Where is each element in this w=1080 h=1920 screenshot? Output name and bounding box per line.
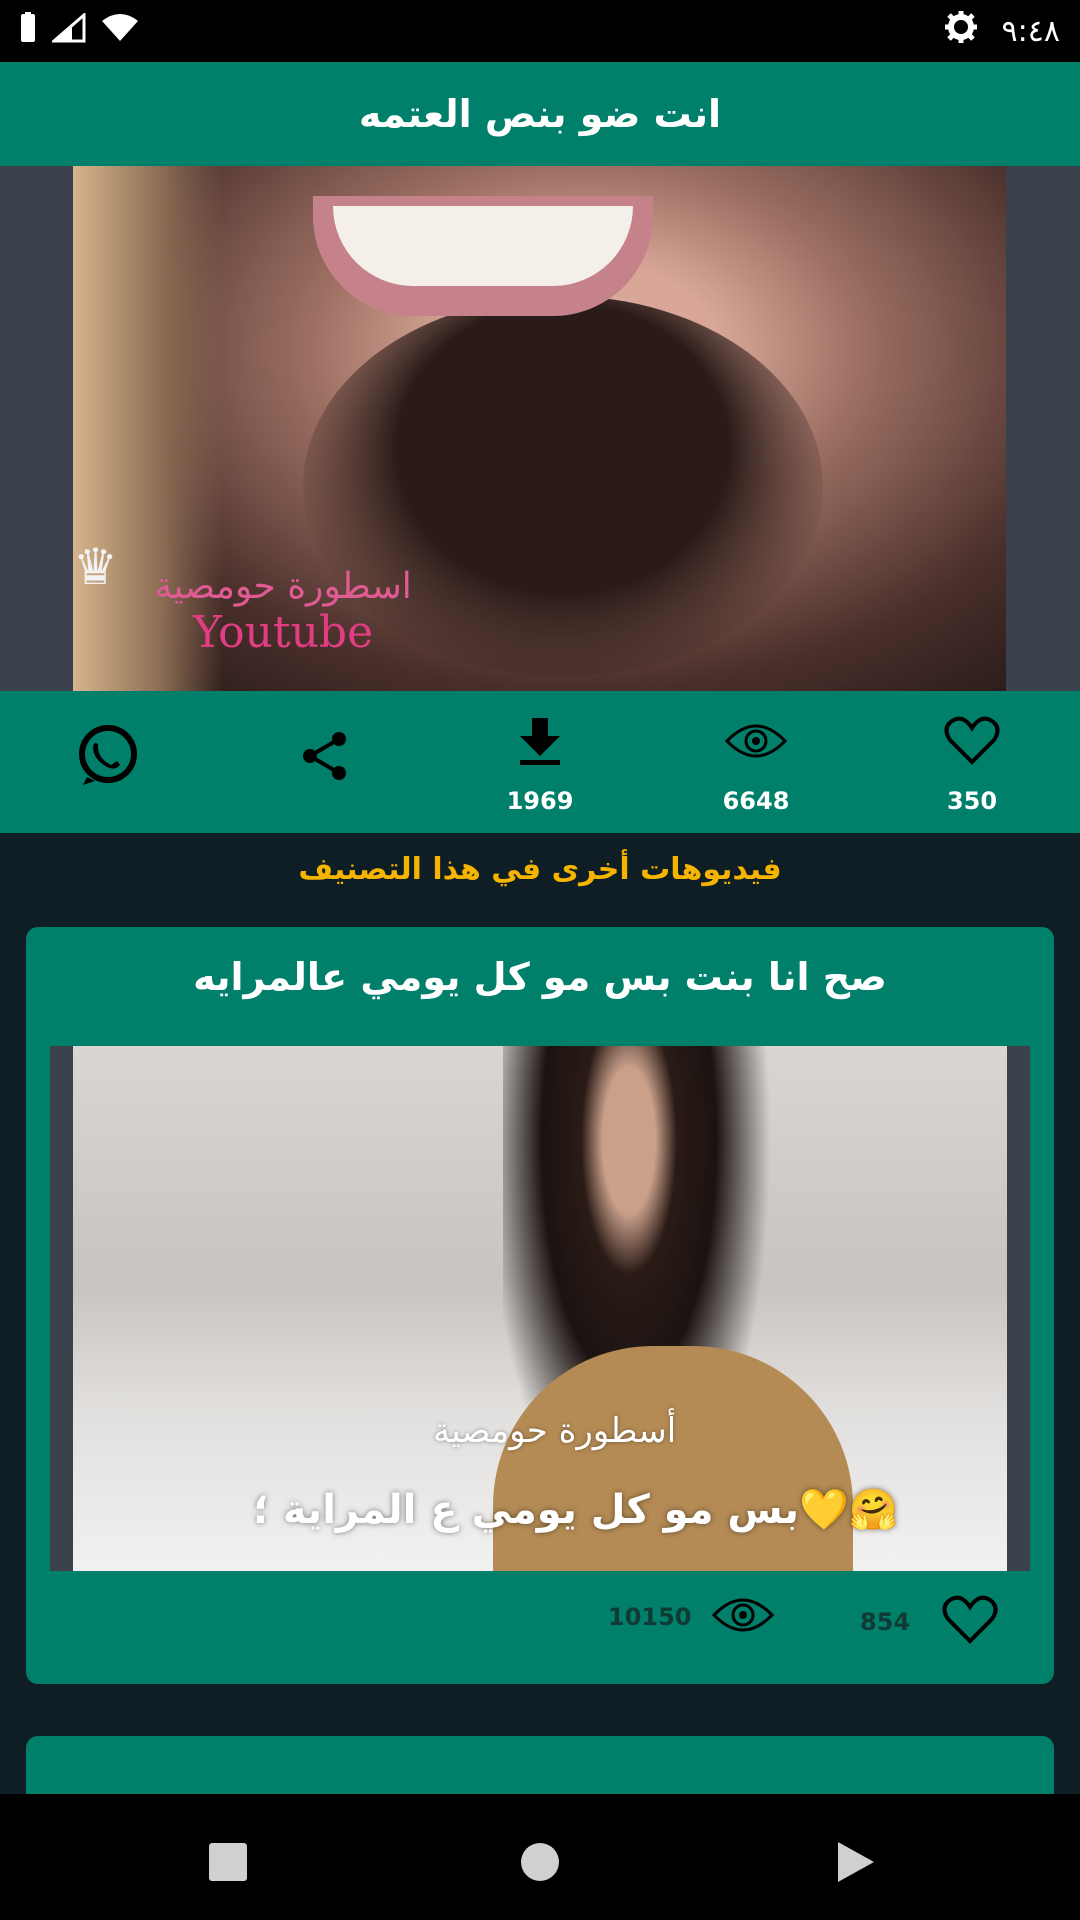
likes-count: 854 [860, 1608, 911, 1636]
views-count: 10150 [608, 1603, 692, 1631]
video-watermark: أسطورة حومصية [433, 1411, 677, 1451]
app-bar: انت ضو بنص العتمه [0, 62, 1080, 166]
video-card-title[interactable]: صح انا بنت بس مو كل يومي عالمرايه [26, 955, 1054, 999]
like-button[interactable]: 854 [860, 1595, 998, 1649]
share-button[interactable] [255, 711, 395, 801]
back-button[interactable] [826, 1832, 886, 1892]
views-indicator: 10150 [608, 1595, 774, 1639]
share-icon [255, 711, 395, 801]
thumbnail-smile [333, 206, 633, 286]
download-icon [470, 711, 610, 771]
video-thumbnail[interactable]: ♛ اسطورة حومصية Youtube [73, 166, 1006, 691]
eye-icon [686, 711, 826, 771]
crown-icon: ♛ [73, 538, 118, 596]
thumbnail-image: أسطورة حومصية بس مو كل يومي ع المراية ؛💛… [73, 1046, 1007, 1571]
watermark-brand: Youtube [192, 607, 374, 658]
whatsapp-share-button[interactable] [38, 711, 178, 801]
page-title: انت ضو بنص العتمه [358, 92, 722, 136]
heart-icon [902, 711, 1042, 771]
heart-icon [942, 1595, 998, 1649]
status-bar: ٩:٤٨ [0, 0, 1080, 62]
likes-count: 350 [946, 787, 998, 815]
signal-icon [49, 11, 86, 47]
like-button[interactable]: 350 [902, 711, 1042, 815]
video-player[interactable]: ♛ اسطورة حومصية Youtube [0, 166, 1080, 691]
eye-icon [711, 1595, 774, 1639]
section-title: فيديوهات أخرى في هذا التصنيف [298, 851, 782, 887]
system-nav-bar [0, 1794, 1080, 1920]
recent-apps-button[interactable] [198, 1832, 258, 1892]
video-card-thumbnail[interactable]: أسطورة حومصية بس مو كل يومي ع المراية ؛💛… [50, 1046, 1030, 1571]
video-card[interactable]: صح انا بنت بس مو كل يومي عالمرايه أسطورة… [26, 927, 1054, 1684]
wifi-icon [100, 13, 140, 47]
video-watermark: اسطورة حومصية Youtube [153, 566, 413, 658]
settings-icon [944, 10, 978, 52]
video-caption: بس مو كل يومي ع المراية ؛💛🤗 [253, 1487, 899, 1533]
watermark-arabic: اسطورة حومصية [154, 566, 412, 607]
battery-icon [18, 12, 38, 48]
download-button[interactable]: 1969 [470, 711, 610, 815]
home-button[interactable] [510, 1832, 570, 1892]
whatsapp-icon [38, 711, 178, 801]
views-indicator: 6648 [686, 711, 826, 815]
action-bar: 1969 6648 350 [0, 691, 1080, 833]
views-count: 6648 [722, 787, 790, 815]
status-time: ٩:٤٨ [1001, 13, 1060, 49]
download-count: 1969 [506, 787, 574, 815]
